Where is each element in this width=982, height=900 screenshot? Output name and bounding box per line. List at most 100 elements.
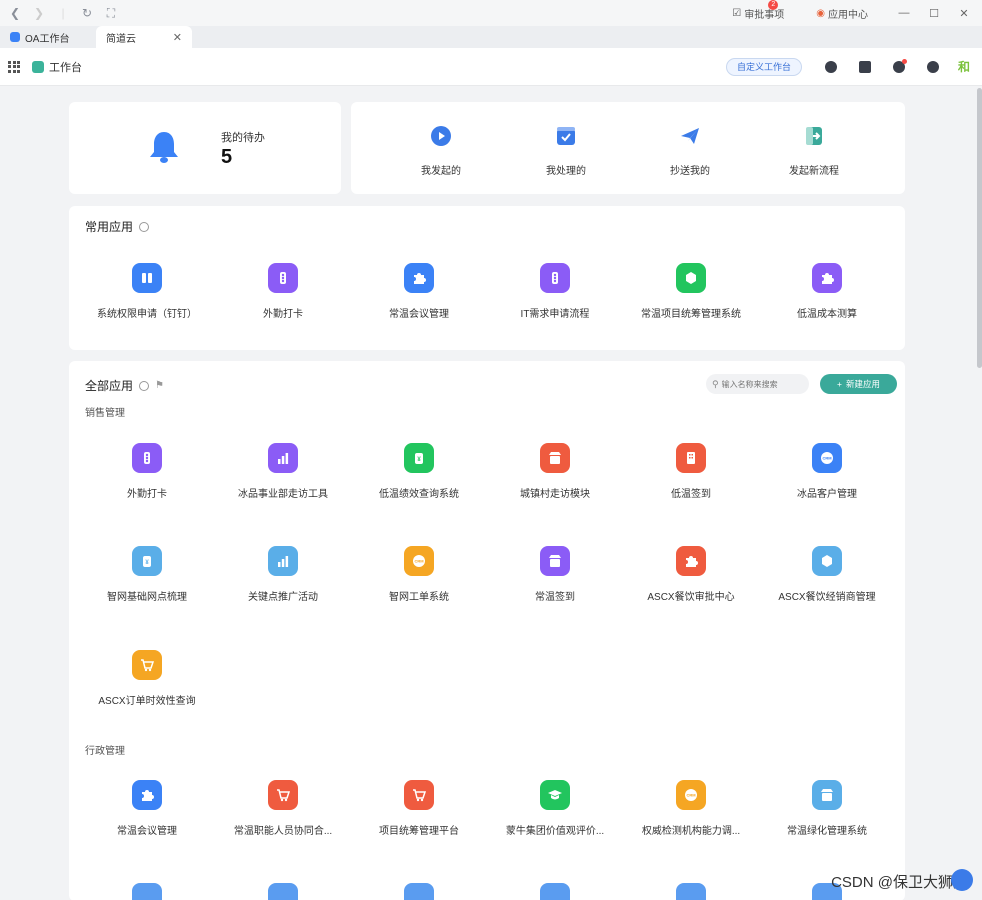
search-icon: ⚲	[712, 378, 719, 389]
notification-bell-icon[interactable]	[893, 58, 907, 73]
compass-icon[interactable]	[825, 60, 837, 73]
todo-count: 5	[221, 146, 233, 168]
tab-jiandaoyun[interactable]: 简道云 ✕	[96, 26, 192, 48]
app-item[interactable]: ASCX餐饮经销商管理	[759, 546, 895, 603]
app-label: ASCX订单时效性查询	[98, 696, 196, 707]
start-new-flow-button[interactable]: 发起新流程	[769, 124, 859, 177]
back-icon[interactable]: ❮	[4, 2, 26, 24]
tag-icon[interactable]: ⚑	[155, 380, 164, 391]
minimize-icon[interactable]: —	[894, 7, 914, 19]
customize-workspace-button[interactable]: 自定义工作台	[725, 57, 802, 76]
forward-icon[interactable]: ❯	[28, 2, 50, 24]
tab-oa[interactable]: OA工作台	[0, 26, 96, 48]
new-app-button[interactable]: + 新建应用	[820, 374, 897, 394]
app-item[interactable]: 低温签到	[623, 443, 759, 500]
my-initiated-button[interactable]: 我发起的	[396, 124, 486, 177]
app-item[interactable]: CRM 智网工单系统	[351, 546, 487, 603]
app-icon-partial[interactable]	[404, 883, 434, 900]
svg-text:CRM: CRM	[686, 793, 696, 798]
app-center-button[interactable]: ◉ 应用中心	[816, 6, 868, 21]
app-icon-partial[interactable]	[676, 883, 706, 900]
apps-grid-icon[interactable]	[8, 60, 20, 73]
checkbox-icon	[554, 124, 578, 148]
app-item[interactable]: 外勤打卡	[79, 443, 215, 500]
app-label: 外勤打卡	[263, 309, 303, 320]
shop-icon	[812, 780, 842, 810]
app-item[interactable]: CRM 冰品客户管理	[759, 443, 895, 500]
avatar[interactable]: 和	[956, 59, 972, 75]
refresh-icon[interactable]: ↻	[76, 2, 98, 24]
watermark: CSDN @保卫大狮兄	[831, 874, 968, 891]
all-apps-card: 全部应用 ⚑ ⚲ + 新建应用 销售管理 外勤打卡 冰品事业部走访工具 ¥ 低温绩效查…	[69, 361, 905, 900]
app-item[interactable]: 蒙牛集团价值观评价...	[487, 780, 623, 837]
page-title: 工作台	[49, 61, 82, 74]
common-app-item[interactable]: 常温项目统筹管理系统	[623, 263, 759, 320]
tab-label: 简道云	[106, 33, 136, 45]
app-icon-partial[interactable]	[268, 883, 298, 900]
app-item[interactable]: ¥ 低温绩效查询系统	[351, 443, 487, 500]
my-processed-button[interactable]: 我处理的	[521, 124, 611, 177]
cart-icon	[404, 780, 434, 810]
workspace-logo-icon	[32, 60, 44, 73]
common-app-item[interactable]: 外勤打卡	[215, 263, 351, 320]
common-app-item[interactable]: IT需求申请流程	[487, 263, 623, 320]
columns-icon	[132, 263, 162, 293]
app-label: 系统权限申请（钉钉）	[97, 309, 197, 320]
app-item[interactable]: 常温会议管理	[79, 780, 215, 837]
app-item[interactable]: 常温绿化管理系统	[759, 780, 895, 837]
app-label: 常温绿化管理系统	[787, 826, 867, 837]
shop-icon	[540, 546, 570, 576]
puzzle-icon	[132, 780, 162, 810]
search-box[interactable]: ⚲	[706, 374, 809, 394]
section-header: 常用应用	[85, 218, 150, 235]
section-header: 全部应用 ⚑	[85, 377, 164, 394]
approval-badge: 2	[768, 0, 779, 10]
bell-icon	[150, 132, 178, 163]
cc-me-button[interactable]: 抄送我的	[645, 124, 735, 177]
app-item[interactable]: CRM 权威检测机构能力调...	[623, 780, 759, 837]
app-icon-partial[interactable]	[132, 883, 162, 900]
app-item[interactable]: ASCX订单时效性查询	[79, 650, 215, 707]
app-item[interactable]: 关键点推广活动	[215, 546, 351, 603]
maximize-icon[interactable]: ☐	[924, 7, 944, 20]
todo-label: 我的待办	[221, 132, 265, 144]
cart-icon	[132, 650, 162, 680]
app-item[interactable]: 城镇村走访模块	[487, 443, 623, 500]
flow-label: 我发起的	[421, 166, 461, 177]
app-item[interactable]: 常温签到	[487, 546, 623, 603]
app-label: 低温绩效查询系统	[379, 489, 459, 500]
app-item[interactable]: 常温职能人员协同合...	[215, 780, 351, 837]
approval-button[interactable]: ☑ 审批事项 2	[732, 0, 784, 21]
app-label: 关键点推广活动	[248, 592, 318, 603]
bottle-icon: ¥	[132, 546, 162, 576]
oa-icon	[10, 32, 20, 42]
common-app-item[interactable]: 常温会议管理	[351, 263, 487, 320]
traffic-light-icon	[540, 263, 570, 293]
settings-gear-icon[interactable]	[139, 221, 150, 232]
close-window-icon[interactable]: ✕	[954, 7, 974, 20]
app-center-icon: ◉	[816, 7, 825, 19]
app-item[interactable]: 项目统筹管理平台	[351, 780, 487, 837]
app-item[interactable]: 冰品事业部走访工具	[215, 443, 351, 500]
help-icon[interactable]	[927, 60, 939, 73]
todo-card[interactable]: 我的待办 5	[69, 102, 341, 194]
cart-icon	[268, 780, 298, 810]
book-icon[interactable]	[859, 60, 871, 73]
app-icon-partial[interactable]	[540, 883, 570, 900]
screenshot-icon[interactable]: ⛶	[100, 2, 122, 24]
app-item[interactable]: ASCX餐饮审批中心	[623, 546, 759, 603]
search-input[interactable]	[721, 379, 802, 389]
tab-label: OA工作台	[25, 33, 70, 45]
settings-gear-icon[interactable]	[139, 380, 150, 391]
app-label: ASCX餐饮审批中心	[647, 592, 735, 603]
puzzle-icon	[676, 546, 706, 576]
close-icon[interactable]: ✕	[173, 31, 182, 44]
plus-icon: +	[837, 379, 842, 389]
browser-toolbar: ❮ ❯ | ↻ ⛶ ☑ 审批事项 2 ◉ 应用中心 — ☐ ✕	[0, 0, 982, 26]
crm-icon: CRM	[676, 780, 706, 810]
common-app-item[interactable]: 低温成本测算	[759, 263, 895, 320]
common-app-item[interactable]: 系统权限申请（钉钉）	[79, 263, 215, 320]
floating-assistant-button[interactable]	[951, 869, 973, 891]
app-item[interactable]: ¥ 智网基础网点梳理	[79, 546, 215, 603]
scrollbar-thumb[interactable]	[977, 88, 982, 368]
